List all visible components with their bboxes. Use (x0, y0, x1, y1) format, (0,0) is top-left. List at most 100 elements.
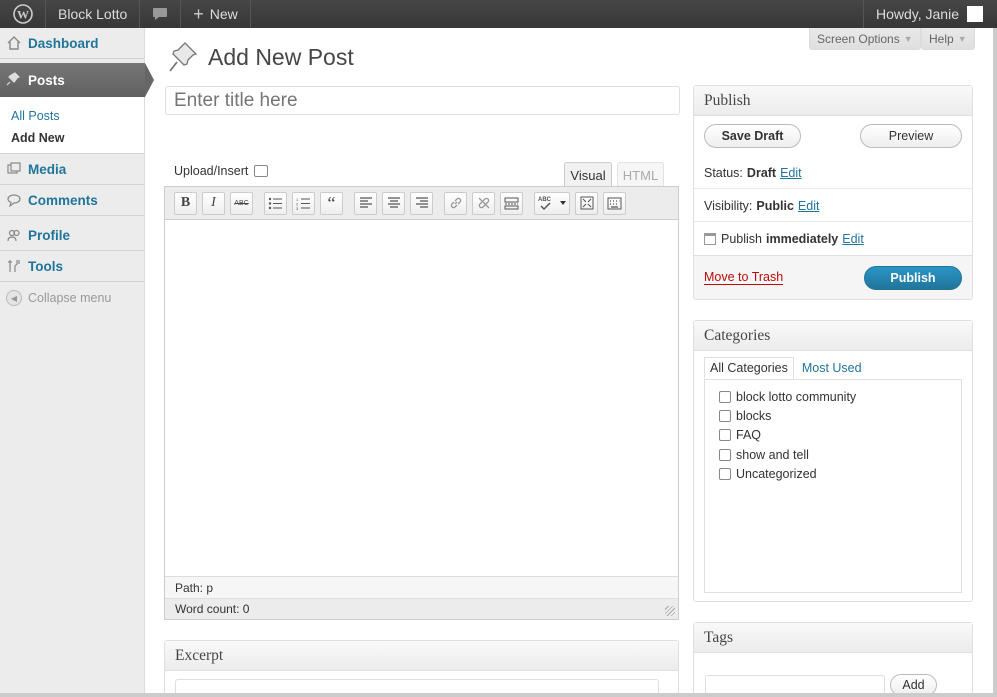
tab-html[interactable]: HTML (617, 162, 664, 187)
strikethrough-button[interactable]: ABC (230, 191, 253, 215)
sidebar-item-profile[interactable]: Profile (0, 220, 144, 251)
edit-status-link[interactable]: Edit (780, 166, 802, 180)
my-account-link[interactable]: Howdy, Janie (862, 0, 997, 28)
comments-icon[interactable] (140, 0, 182, 28)
category-label: block lotto community (736, 389, 857, 404)
upload-insert-link[interactable]: Upload/Insert (174, 164, 269, 178)
page-title: Add New Post (208, 43, 354, 70)
category-checkbox[interactable] (719, 448, 731, 461)
resize-handle-icon[interactable] (665, 606, 675, 616)
triangle-down-icon: ▼ (903, 33, 913, 44)
edit-schedule-link[interactable]: Edit (842, 232, 864, 246)
publish-button[interactable]: Publish (864, 265, 962, 290)
post-title-input[interactable] (165, 86, 680, 115)
kitchen-sink-icon[interactable] (603, 191, 626, 215)
tab-most-used[interactable]: Most Used (797, 357, 867, 379)
move-to-trash-link[interactable]: Move to Trash (704, 270, 784, 285)
admin-bar: W Block Lotto + New Howdy, Janie (0, 0, 997, 28)
visibility-label: Visibility: (704, 198, 753, 213)
save-draft-button[interactable]: Save Draft (704, 124, 801, 148)
publish-box-header[interactable]: Publish (694, 86, 972, 116)
spellcheck-button[interactable]: ABC (534, 191, 570, 215)
list-item: blocks (719, 406, 947, 425)
unlink-icon[interactable] (472, 191, 495, 215)
align-right-icon[interactable] (410, 191, 433, 215)
blockquote-icon[interactable]: “ (320, 191, 343, 215)
align-left-icon[interactable] (354, 191, 377, 215)
excerpt-box-header[interactable]: Excerpt (165, 641, 678, 671)
screen-options-label: Screen Options (817, 31, 900, 46)
collapse-menu-button[interactable]: ◀ Collapse menu (0, 282, 144, 314)
svg-text:W: W (17, 8, 29, 22)
site-name-link[interactable]: Block Lotto (46, 0, 141, 28)
sidebar-item-label: Comments (28, 192, 98, 208)
window-edge (0, 693, 997, 697)
help-button[interactable]: Help ▼ (921, 28, 975, 50)
publish-box: Publish Save Draft Preview Status: Draft… (693, 85, 973, 300)
bullet-list-icon[interactable] (264, 191, 287, 215)
list-item: FAQ (719, 426, 947, 445)
preview-button[interactable]: Preview (860, 124, 962, 148)
svg-text:ABC: ABC (538, 197, 552, 203)
status-row: Status: Draft Edit (694, 156, 972, 189)
svg-text:3: 3 (296, 206, 299, 210)
wordpress-logo-icon[interactable]: W (0, 0, 46, 28)
publish-minor-actions: Save Draft Preview (694, 116, 972, 156)
triangle-down-icon: ▼ (957, 33, 967, 44)
edit-visibility-link[interactable]: Edit (798, 199, 820, 213)
plus-icon: + (193, 3, 204, 24)
list-item: block lotto community (719, 387, 947, 406)
status-value: Draft (746, 165, 777, 180)
category-checkbox[interactable] (719, 390, 731, 403)
tags-box: Tags Add (693, 622, 973, 697)
category-label: FAQ (736, 428, 762, 443)
category-checkbox[interactable] (719, 410, 731, 423)
insert-more-icon[interactable] (500, 191, 523, 215)
italic-button[interactable]: I (202, 191, 225, 215)
submenu-add-new[interactable]: Add New (0, 127, 144, 149)
tags-box-header[interactable]: Tags (694, 623, 972, 653)
users-icon (6, 227, 22, 243)
editor-content-area[interactable] (165, 220, 678, 576)
category-checkbox[interactable] (719, 429, 731, 442)
category-label: Uncategorized (736, 467, 817, 482)
sidebar-item-media[interactable]: Media (0, 154, 144, 185)
publish-time-label: Publish (721, 232, 762, 246)
editor-path: Path: p (165, 576, 678, 598)
screen-options-button[interactable]: Screen Options ▼ (809, 28, 921, 50)
schedule-row: Publish immediately Edit (694, 222, 972, 255)
excerpt-box-title: Excerpt (175, 646, 224, 664)
media-icon (6, 161, 22, 177)
bold-button[interactable]: B (174, 191, 197, 215)
word-count: Word count: 0 (165, 598, 678, 619)
categories-box-title: Categories (704, 326, 771, 344)
category-checklist: block lotto community blocks FAQ show an… (704, 379, 962, 593)
collapse-arrow-icon: ◀ (6, 290, 22, 306)
sidebar-item-posts[interactable]: Posts (0, 63, 154, 97)
tools-icon (6, 258, 22, 274)
category-checkbox[interactable] (719, 468, 731, 481)
tab-all-categories[interactable]: All Categories (704, 357, 794, 379)
post-editor: B I ABC 123 “ ABC Path: p Word count: 0 (164, 186, 679, 620)
categories-box-header[interactable]: Categories (694, 321, 972, 351)
help-label: Help (929, 31, 954, 46)
sidebar-item-label: Posts (28, 72, 65, 88)
list-item: Uncategorized (719, 465, 947, 484)
path-label: Path: (175, 581, 204, 595)
sidebar-item-label: Profile (28, 227, 71, 243)
publish-box-title: Publish (704, 91, 751, 109)
align-center-icon[interactable] (382, 191, 405, 215)
calendar-icon (704, 233, 716, 245)
numbered-list-icon[interactable]: 123 (292, 191, 315, 215)
new-content-button[interactable]: + New (181, 0, 251, 28)
sidebar-item-dashboard[interactable]: Dashboard (0, 28, 144, 59)
sidebar-item-tools[interactable]: Tools (0, 251, 144, 282)
category-label: show and tell (736, 447, 809, 462)
submenu-all-posts[interactable]: All Posts (0, 105, 144, 127)
comment-icon (6, 192, 22, 208)
sidebar-item-comments[interactable]: Comments (0, 185, 144, 216)
fullscreen-icon[interactable] (575, 191, 598, 215)
insert-link-icon[interactable] (444, 191, 467, 215)
tab-visual[interactable]: Visual (564, 162, 612, 187)
path-value[interactable]: p (206, 581, 213, 595)
